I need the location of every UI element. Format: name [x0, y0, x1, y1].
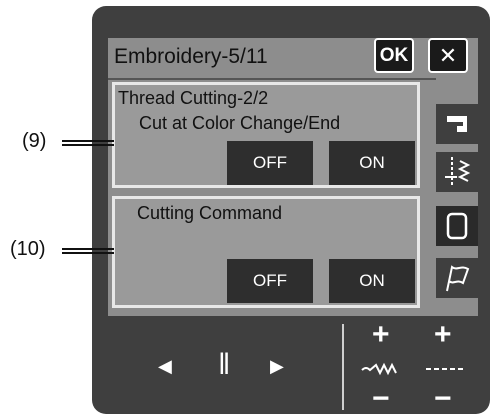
embroidery-frame-icon [446, 212, 468, 240]
callout-9-line-2 [62, 144, 114, 146]
stitch-needle-icon [445, 157, 471, 187]
ok-button[interactable]: OK [374, 38, 414, 73]
callout-9: (9) [22, 130, 47, 152]
callout-10: (10) [10, 238, 46, 260]
close-button[interactable]: ✕ [428, 38, 468, 73]
callout-10-line-2 [62, 252, 114, 254]
flag-icon [446, 265, 470, 292]
zigzag-stitch-icon [361, 362, 397, 376]
stitch-settings-tab[interactable] [436, 152, 478, 192]
straight-stitch-icon [426, 368, 464, 370]
callout-10-line [62, 248, 114, 250]
callout-9-line [62, 140, 114, 142]
embroidery-settings-tab[interactable] [436, 206, 478, 246]
thread-cutting-title: Thread Cutting-2/2 [118, 88, 269, 108]
cutting-command-group: Cutting Command OFF ON [112, 196, 420, 308]
next-page-button[interactable]: ▶ [270, 356, 284, 377]
thread-cutting-on-button[interactable]: ON [329, 141, 415, 185]
pause-icon[interactable]: ‖ [218, 348, 230, 382]
sewing-machine-icon [447, 116, 467, 132]
cut-at-color-change-label: Cut at Color Change/End [139, 113, 341, 133]
cutting-command-off-button[interactable]: OFF [227, 259, 313, 303]
controls-separator [342, 324, 344, 410]
thread-cutting-group: Thread Cutting-2/2 Cut at Color Change/E… [112, 82, 420, 188]
stitch-length-plus-button[interactable]: + [434, 318, 452, 352]
cutting-command-on-button[interactable]: ON [329, 259, 415, 303]
stitch-width-minus-button[interactable]: − [372, 382, 390, 416]
sewing-machine-tab[interactable] [436, 104, 478, 144]
stitch-length-minus-button[interactable]: − [434, 382, 452, 416]
previous-page-button[interactable]: ◀ [158, 356, 172, 377]
page-title: Embroidery-5/11 [114, 45, 268, 68]
thread-cutting-off-button[interactable]: OFF [227, 141, 313, 185]
general-settings-tab[interactable] [436, 258, 478, 298]
stitch-width-plus-button[interactable]: + [372, 318, 390, 352]
cutting-command-title: Cutting Command [137, 203, 283, 223]
header-divider [108, 78, 436, 80]
